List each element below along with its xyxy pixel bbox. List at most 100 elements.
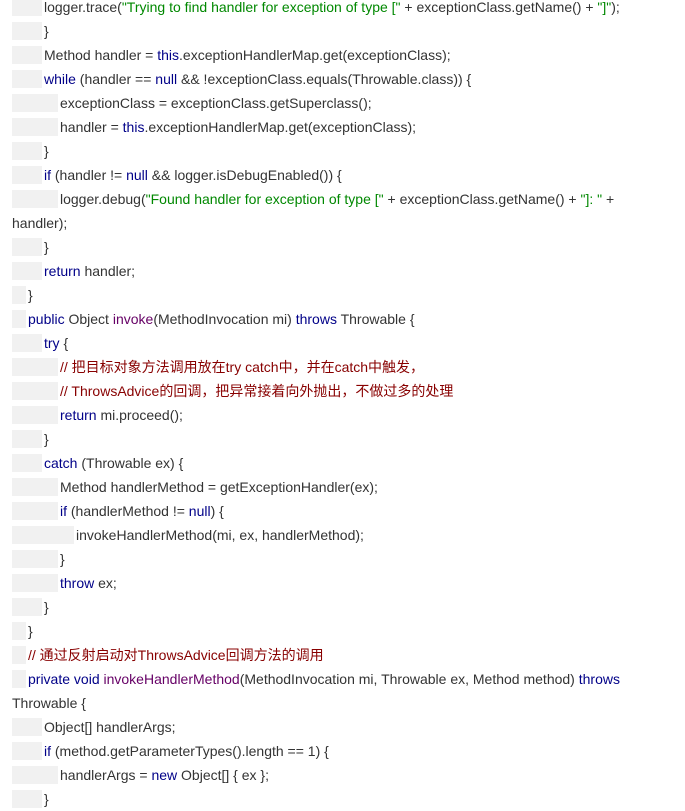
code-token: ex; — [94, 575, 117, 591]
code-token: private — [28, 671, 71, 687]
code-token: invokeHandlerMethod — [103, 671, 240, 687]
code-block: logger.trace("Trying to find handler for… — [0, 0, 685, 810]
code-token: Method handler = — [44, 47, 158, 63]
code-line: Object[] handlerArgs; — [12, 715, 685, 739]
code-token: + exceptionClass.getName() + — [400, 0, 598, 15]
code-token: while — [44, 71, 76, 87]
code-line: // 通过反射启动对ThrowsAdvice回调方法的调用 — [12, 643, 685, 667]
code-token: ); — [611, 0, 620, 15]
code-token: if — [60, 503, 67, 519]
code-token: "]" — [597, 0, 612, 15]
code-token: ) { — [210, 503, 224, 519]
code-token: if — [44, 743, 51, 759]
code-line: logger.trace("Trying to find handler for… — [12, 0, 685, 19]
code-token: handlerArgs = — [60, 767, 152, 783]
code-token: && !exceptionClass.equals(Throwable.clas… — [177, 71, 472, 87]
code-token: try — [44, 335, 60, 351]
code-line: catch (Throwable ex) { — [12, 451, 685, 475]
code-line: Throwable { — [12, 691, 685, 715]
code-token: invoke — [112, 311, 154, 327]
code-token: return — [44, 263, 81, 279]
code-token: void — [73, 671, 100, 687]
code-line: if (handlerMethod != null) { — [12, 499, 685, 523]
code-line: } — [12, 547, 685, 571]
code-line: } — [12, 235, 685, 259]
code-token: public — [28, 311, 65, 327]
code-line: } — [12, 19, 685, 43]
code-line: public Object invoke(MethodInvocation mi… — [12, 307, 685, 331]
code-token: // 把目标对象方法调用放在try catch中，并在catch中触发， — [60, 359, 425, 375]
code-token: null — [155, 71, 178, 87]
code-token: throws — [578, 671, 620, 687]
code-token: (method.getParameterTypes().length == 1)… — [51, 743, 329, 759]
code-line: if (handler != null && logger.isDebugEna… — [12, 163, 685, 187]
code-token: null — [188, 503, 211, 519]
code-line: exceptionClass = exceptionClass.getSuper… — [12, 91, 685, 115]
code-token: (Throwable ex) { — [77, 455, 184, 471]
code-token: (MethodInvocation mi, Throwable ex, Meth… — [239, 671, 579, 687]
code-line: return handler; — [12, 259, 685, 283]
code-token: } — [44, 599, 49, 615]
code-token: handler = — [60, 119, 123, 135]
code-token: handler; — [80, 263, 136, 279]
code-token: Method handlerMethod = getExceptionHandl… — [60, 479, 378, 495]
code-token: } — [44, 791, 49, 807]
code-line: logger.debug("Found handler for exceptio… — [12, 187, 685, 211]
code-token: + exceptionClass.getName() + — [383, 191, 581, 207]
code-line: if (method.getParameterTypes().length ==… — [12, 739, 685, 763]
code-token: "Found handler for exception of type [" — [145, 191, 384, 207]
code-line: handlerArgs = new Object[] { ex }; — [12, 763, 685, 787]
code-line: private void invokeHandlerMethod(MethodI… — [12, 667, 685, 691]
code-token: } — [44, 431, 49, 447]
code-line: // 把目标对象方法调用放在try catch中，并在catch中触发， — [12, 355, 685, 379]
code-token: logger.debug( — [60, 191, 146, 207]
code-token: logger.trace( — [44, 0, 122, 15]
code-token: Object[] handlerArgs; — [44, 719, 176, 735]
code-token: Throwable { — [336, 311, 415, 327]
code-line: throw ex; — [12, 571, 685, 595]
code-line: // ThrowsAdvice的回调，把异常接着向外抛出，不做过多的处理 — [12, 379, 685, 403]
code-token: exceptionClass = exceptionClass.getSuper… — [60, 95, 372, 111]
code-token: && logger.isDebugEnabled()) { — [147, 167, 342, 183]
code-line: } — [12, 283, 685, 307]
code-token: // ThrowsAdvice的回调，把异常接着向外抛出，不做过多的处理 — [60, 383, 454, 399]
code-token: return — [60, 407, 97, 423]
code-line: Method handlerMethod = getExceptionHandl… — [12, 475, 685, 499]
code-token: (handler == — [75, 71, 156, 87]
code-line: invokeHandlerMethod(mi, ex, handlerMetho… — [12, 523, 685, 547]
code-token: { — [59, 335, 69, 351]
code-token: Object[] { ex }; — [177, 767, 269, 783]
code-token: invokeHandlerMethod(mi, ex, handlerMetho… — [76, 527, 364, 543]
code-token: } — [28, 287, 33, 303]
code-line: try { — [12, 331, 685, 355]
code-token: (handlerMethod != — [67, 503, 189, 519]
code-token: this — [122, 119, 145, 135]
code-token: throw — [60, 575, 95, 591]
code-token: } — [28, 623, 33, 639]
code-token: Throwable { — [12, 695, 86, 711]
code-token: .exceptionHandlerMap.get(exceptionClass)… — [179, 47, 451, 63]
code-token: (handler != — [51, 167, 127, 183]
code-token: "Trying to find handler for exception of… — [121, 0, 401, 15]
code-token: throws — [295, 311, 337, 327]
code-token: (MethodInvocation mi) — [153, 311, 296, 327]
code-token: } — [44, 239, 49, 255]
code-token: null — [126, 167, 148, 183]
code-token: if — [44, 167, 51, 183]
code-line: } — [12, 619, 685, 643]
code-token: } — [44, 23, 49, 39]
code-line: Method handler = this.exceptionHandlerMa… — [12, 43, 685, 67]
code-line: } — [12, 427, 685, 451]
code-token: this — [157, 47, 180, 63]
code-token: catch — [44, 455, 78, 471]
code-token: new — [151, 767, 178, 783]
code-token: .exceptionHandlerMap.get(exceptionClass)… — [144, 119, 417, 135]
code-token: // 通过反射启动对ThrowsAdvice回调方法的调用 — [28, 647, 324, 663]
code-line: return mi.proceed(); — [12, 403, 685, 427]
code-token: + — [602, 191, 615, 207]
code-token: handler); — [12, 215, 68, 231]
code-line: } — [12, 595, 685, 619]
code-token: } — [44, 143, 49, 159]
code-token: mi.proceed(); — [96, 407, 183, 423]
code-line: } — [12, 139, 685, 163]
